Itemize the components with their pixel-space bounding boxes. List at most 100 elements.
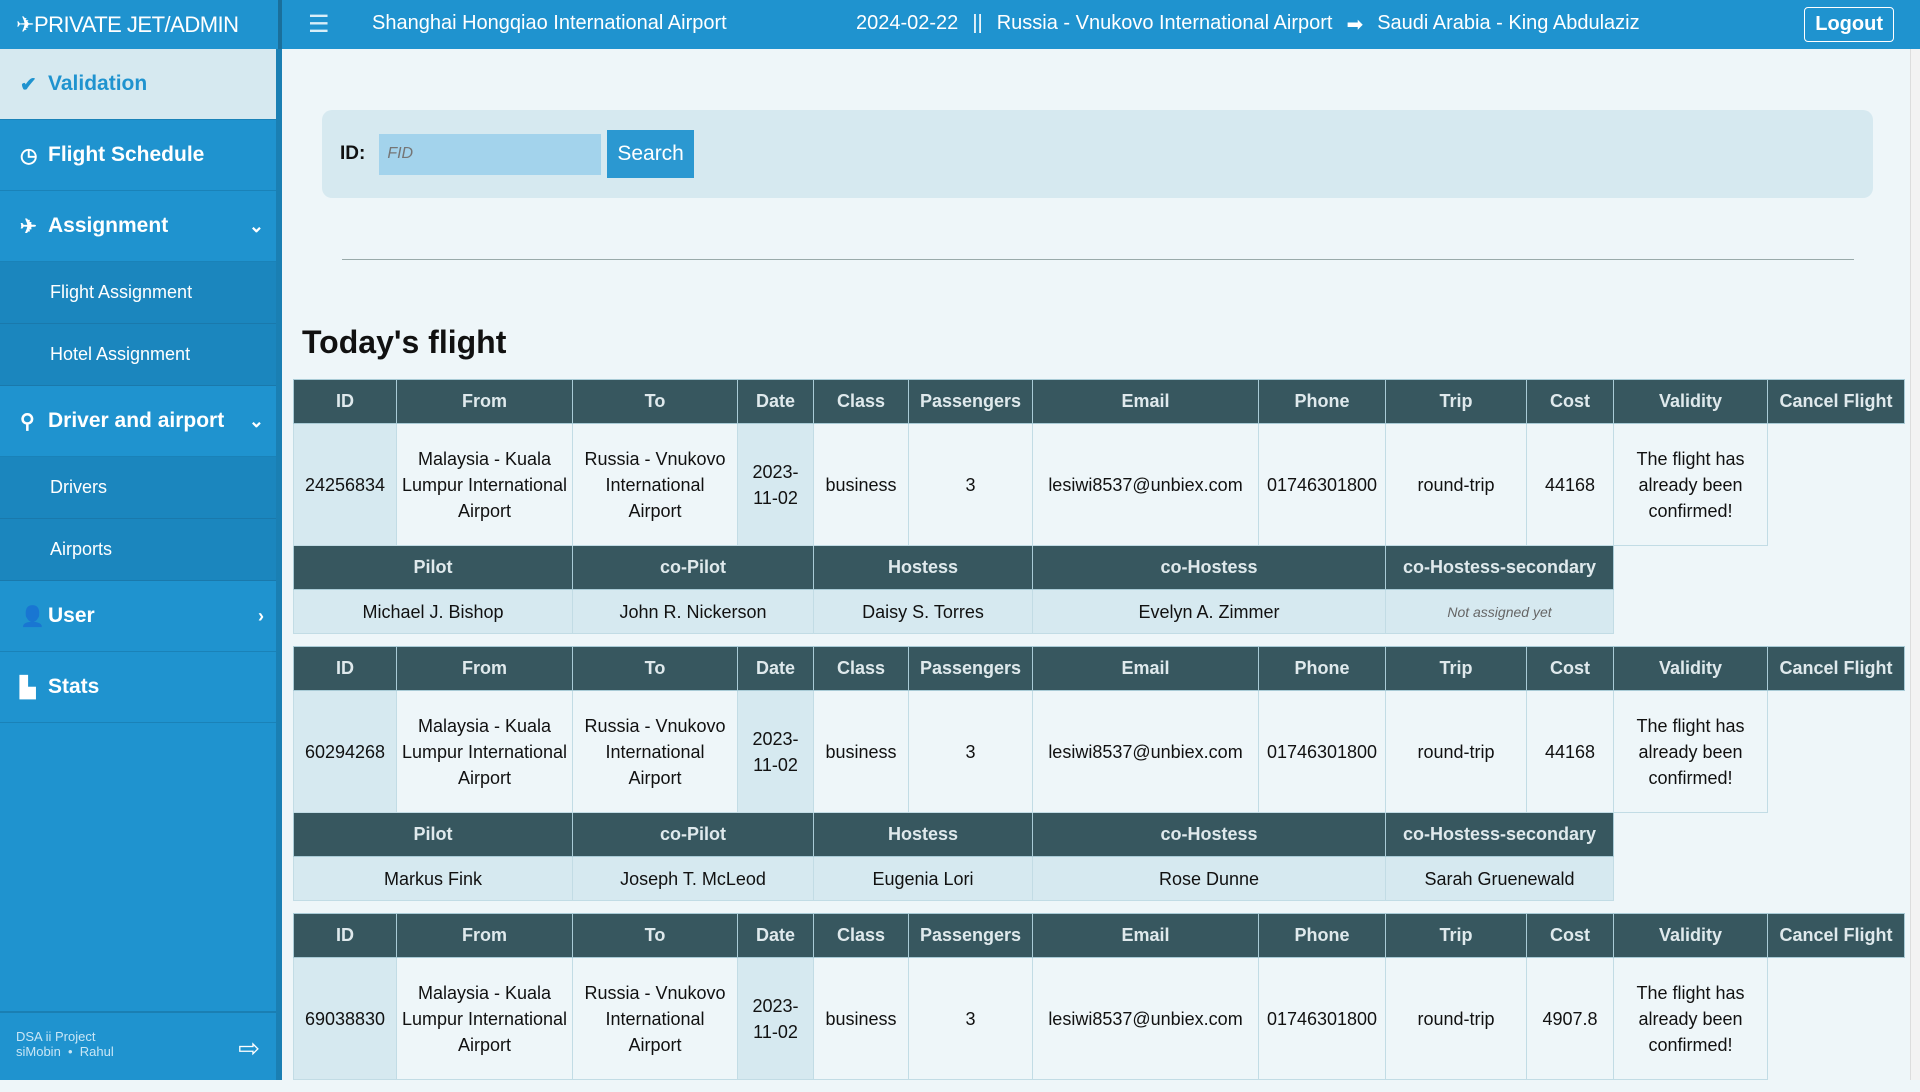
column-header: Class — [813, 913, 909, 958]
crew-header: co-Hostess — [1032, 545, 1386, 590]
crew-cell: Markus Fink — [293, 856, 573, 901]
cell-trip: round-trip — [1385, 690, 1527, 813]
column-header: Cancel Flight — [1767, 646, 1905, 691]
cell-date: 2023-11-02 — [737, 957, 814, 1080]
ticker-destination: Saudi Arabia - King Abdulaziz — [1377, 12, 1640, 34]
column-header: To — [572, 379, 738, 424]
cancel-flight-cell — [1768, 424, 1905, 546]
cell-validity: The flight has already been confirmed! — [1613, 690, 1768, 813]
crew-name: Eugenia Lori — [872, 868, 974, 889]
cell-to: Russia - Vnukovo International Airport — [572, 423, 738, 546]
column-header: ID — [293, 913, 397, 958]
ticker-departure: Shanghai Hongqiao International Airport — [372, 12, 727, 34]
map-pin-icon: ⚲ — [20, 410, 35, 433]
user-icon: 👤 — [20, 605, 45, 628]
fid-input[interactable] — [379, 133, 602, 175]
empty — [1614, 546, 1905, 590]
sidebar-item-driver-and-airport[interactable]: ⚲ Driver and airport ⌄ — [0, 386, 276, 457]
sidebar-item-user[interactable]: 👤 User › — [0, 581, 276, 652]
column-header: Cost — [1526, 646, 1614, 691]
flights-list: ID From To Date Class Passengers Email Phone Tri… — [293, 379, 1905, 1092]
cell-trip: round-trip — [1385, 957, 1527, 1080]
crew-header: co-Pilot — [572, 812, 814, 857]
sidebar-subitem-flight-assignment[interactable]: Flight Assignment — [0, 262, 276, 324]
sign-out-icon[interactable]: ⇨ — [238, 1033, 260, 1064]
sidebar-subitem-drivers[interactable]: Drivers — [0, 457, 276, 519]
crew-header: Hostess — [813, 545, 1033, 590]
column-header: Date — [737, 646, 814, 691]
column-header: To — [572, 646, 738, 691]
crew-name: Markus Fink — [383, 868, 482, 889]
sidebar-item-flight-schedule[interactable]: ◷ Flight Schedule — [0, 120, 276, 191]
chevron-down-icon: ⌄ — [248, 410, 264, 431]
authors: siMobin • Rahul — [16, 1044, 114, 1059]
search-button[interactable]: Search — [607, 130, 694, 178]
crew-cell: Michael J. Bishop — [293, 589, 573, 634]
sidebar-item-label: User — [48, 604, 95, 627]
cell-from: Malaysia - Kuala Lumpur International Ai… — [396, 690, 573, 813]
cell-to: Russia - Vnukovo International Airport — [572, 690, 738, 813]
sidebar-item-label: Driver and airport — [48, 409, 225, 432]
logout-button[interactable]: Logout — [1804, 7, 1894, 42]
plane-icon: ✈ — [20, 215, 37, 238]
column-header: Passengers — [908, 379, 1033, 424]
empty — [1614, 590, 1905, 634]
crew-header-row: Pilot co-Pilot Hostess co-Hostess co-Hostess… — [293, 545, 1905, 590]
crew-row: Michael J. Bishop John R. Nickerson Daisy … — [293, 589, 1905, 634]
sidebar-item-assignment[interactable]: ✈ Assignment ⌄ — [0, 191, 276, 262]
chevron-down-icon: ⌄ — [248, 215, 264, 236]
header-row: ID From To Date Class Passengers Email Phone Tri… — [293, 913, 1905, 958]
column-header: Passengers — [908, 646, 1033, 691]
cell-date: 2023-11-02 — [737, 423, 814, 546]
table-row: 60294268 Malaysia - Kuala Lumpur Internat… — [293, 690, 1905, 813]
column-header: Validity — [1613, 379, 1768, 424]
brand[interactable]: ✈ PRIVATE JET/ADMIN — [0, 0, 282, 49]
column-header: Trip — [1385, 913, 1527, 958]
sidebar-subitem-airports[interactable]: Airports — [0, 519, 276, 581]
crew-name: Not assigned yet — [1447, 604, 1552, 620]
sidebar-item-label: Stats — [48, 675, 100, 698]
cell-to: Russia - Vnukovo International Airport — [572, 957, 738, 1080]
crew-name: Sarah Gruenewald — [1424, 868, 1575, 889]
column-header: From — [396, 646, 573, 691]
column-header: From — [396, 913, 573, 958]
crew-header: co-Hostess-secondary — [1385, 545, 1614, 590]
crew-row: Markus Fink Joseph T. McLeod Eugenia Lori R… — [293, 856, 1905, 901]
chart-icon: ▙ — [20, 676, 36, 699]
crew-cell: Daisy S. Torres — [813, 589, 1033, 634]
column-header: Validity — [1613, 913, 1768, 958]
sidebar-item-validation[interactable]: ✔ Validation — [0, 49, 276, 120]
hamburger-icon[interactable]: ☰ — [308, 10, 342, 39]
cell-from: Malaysia - Kuala Lumpur International Ai… — [396, 957, 573, 1080]
flight-table: ID From To Date Class Passengers Email Phone Tri… — [293, 646, 1905, 901]
top-bar: ✈ PRIVATE JET/ADMIN ☰ Shanghai Hongqiao I… — [0, 0, 1920, 49]
column-header: Email — [1032, 379, 1259, 424]
crew-name: Michael J. Bishop — [362, 601, 504, 622]
table-row: 24256834 Malaysia - Kuala Lumpur Internat… — [293, 423, 1905, 546]
ticker-separator: || — [972, 12, 983, 34]
empty — [1614, 813, 1905, 857]
column-header: Email — [1032, 913, 1259, 958]
column-header: Cancel Flight — [1767, 913, 1905, 958]
column-header: Phone — [1258, 913, 1386, 958]
check-circle-icon: ✔ — [20, 73, 37, 96]
sidebar-item-label: Flight Schedule — [48, 143, 205, 166]
cell-from: Malaysia - Kuala Lumpur International Ai… — [396, 423, 573, 546]
cell-passengers: 3 — [908, 423, 1033, 546]
sidebar-item-stats[interactable]: ▙ Stats — [0, 652, 276, 723]
crew-cell: John R. Nickerson — [572, 589, 814, 634]
column-header: Phone — [1258, 379, 1386, 424]
column-header: Trip — [1385, 646, 1527, 691]
cell-cost: 44168 — [1526, 690, 1614, 813]
crew-header: co-Pilot — [572, 545, 814, 590]
ticker-origin: Russia - Vnukovo International Airport — [996, 12, 1333, 34]
cell-class: business — [813, 423, 909, 546]
divider — [342, 259, 1854, 260]
scrollbar[interactable] — [1910, 49, 1920, 1080]
clock-icon: ◷ — [20, 144, 38, 167]
sidebar-subitem-hotel-assignment[interactable]: Hotel Assignment — [0, 324, 276, 386]
crew-header: co-Hostess-secondary — [1385, 812, 1614, 857]
empty — [1614, 857, 1905, 901]
cell-phone: 01746301800 — [1258, 957, 1386, 1080]
crew-header: Pilot — [293, 545, 573, 590]
